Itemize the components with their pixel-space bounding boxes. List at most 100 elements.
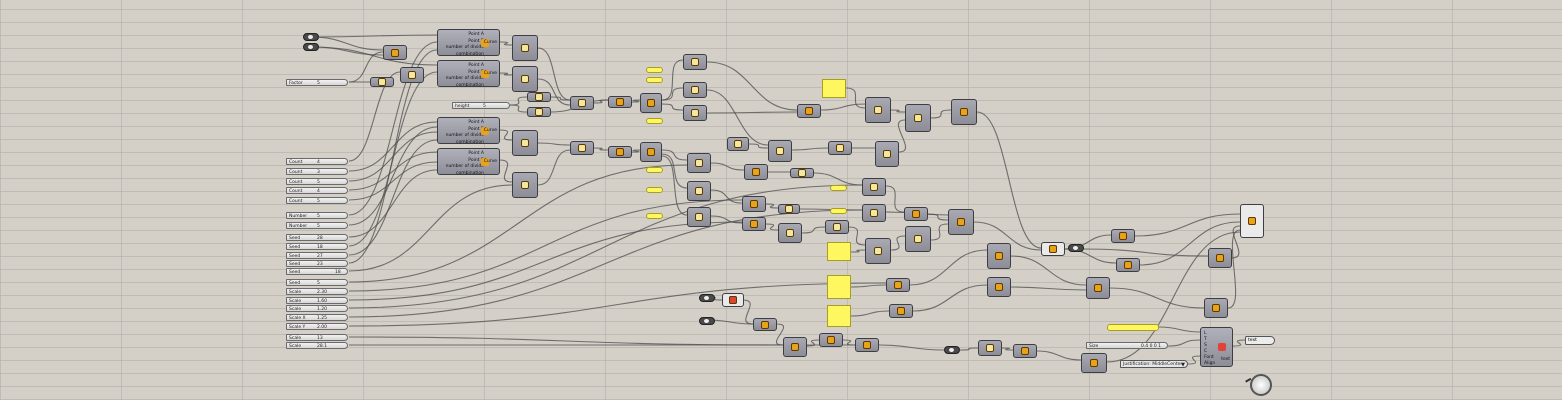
dropdown-arrow-icon[interactable]: ▼ — [1181, 361, 1185, 369]
panel[interactable] — [646, 77, 663, 83]
panel[interactable] — [646, 118, 663, 124]
boolean-component[interactable] — [904, 207, 928, 221]
divide-curve-component[interactable]: Point A Point Bnumber of divide combinatio… — [437, 60, 500, 88]
evaluate-component[interactable] — [742, 196, 766, 212]
number-slider[interactable]: Number 5 — [286, 222, 348, 229]
number-slider[interactable]: Scale 1.60 — [286, 297, 348, 304]
loft-component[interactable] — [753, 318, 777, 331]
divide-curve-component[interactable] — [512, 172, 538, 198]
line-component[interactable] — [570, 96, 594, 110]
number-slider[interactable]: Seed 23 — [286, 260, 348, 267]
merge-component[interactable] — [862, 178, 886, 196]
rotate-component[interactable] — [797, 104, 821, 118]
list-item-component[interactable] — [687, 153, 711, 173]
number-slider[interactable]: Scale X 1.25 — [286, 314, 348, 321]
orient-component[interactable] — [1013, 344, 1037, 358]
panel[interactable] — [830, 208, 847, 214]
deconstruct-brep-component[interactable] — [640, 93, 662, 113]
panel[interactable] — [1107, 324, 1159, 331]
number-slider[interactable]: Count 4 — [286, 158, 348, 165]
number-slider[interactable]: Scale 1.20 — [286, 305, 348, 312]
boolean-toggle[interactable] — [1068, 244, 1084, 252]
evaluate-component[interactable] — [819, 333, 843, 347]
divide-curve-component[interactable]: Point A Point Bnumber of divide combinatio… — [437, 29, 500, 57]
bake-component[interactable] — [1240, 204, 1264, 238]
point-on-curve-component[interactable] — [778, 204, 800, 214]
evaluate-component[interactable] — [783, 337, 807, 357]
height-slider[interactable]: height 5 — [452, 102, 510, 109]
number-slider[interactable]: Count 5 — [286, 178, 348, 185]
line-component[interactable] — [828, 141, 852, 155]
list-item-component[interactable] — [687, 181, 711, 201]
custom-preview-component[interactable] — [1204, 298, 1228, 318]
loft-component[interactable] — [608, 96, 632, 108]
number-slider[interactable]: Factor 5 — [286, 79, 348, 86]
boolean-component[interactable] — [948, 209, 974, 235]
extrude-component[interactable] — [865, 238, 891, 264]
divide-curve-component[interactable] — [512, 66, 538, 92]
point-on-curve-component[interactable] — [790, 168, 814, 178]
panel[interactable] — [827, 275, 851, 299]
number-slider[interactable]: Seed 27 — [286, 252, 348, 259]
panel[interactable] — [646, 187, 663, 193]
list-item-component[interactable] — [683, 105, 707, 121]
list-item-component[interactable] — [683, 82, 707, 98]
number-slider[interactable]: Scale Y 2.00 — [286, 323, 348, 330]
custom-preview-component[interactable] — [1111, 229, 1135, 243]
move-component[interactable] — [527, 107, 551, 117]
preview-component[interactable] — [1081, 353, 1107, 373]
boolean-toggle[interactable] — [699, 317, 715, 325]
construct-plane-component[interactable] — [768, 140, 792, 162]
panel[interactable] — [822, 79, 846, 98]
number-slider[interactable]: Seed 18 — [286, 268, 348, 275]
number-slider[interactable]: Count 5 — [286, 197, 348, 204]
deconstruct-component[interactable] — [987, 243, 1011, 269]
rectangle-component[interactable] — [978, 340, 1002, 356]
divide-curve-component[interactable] — [512, 35, 538, 61]
transform-component[interactable] — [905, 104, 931, 132]
text-tag-component[interactable]: L T S C Font Align text — [1200, 327, 1233, 367]
grasshopper-canvas[interactable]: Factor 5 Count 4 Count 3 Count 5 Count 4 Coun… — [0, 0, 1562, 400]
vector-component[interactable] — [875, 141, 899, 167]
number-slider[interactable]: Count 3 — [286, 168, 348, 175]
merge-component[interactable] — [370, 77, 394, 87]
divide-curve-component[interactable] — [512, 130, 538, 156]
panel[interactable] — [646, 67, 663, 73]
number-slider[interactable]: Number 5 — [286, 212, 348, 219]
panel[interactable] — [830, 185, 847, 191]
construct-point-component[interactable] — [383, 45, 407, 60]
panel[interactable] — [646, 167, 663, 173]
line-component[interactable] — [400, 67, 424, 83]
panel[interactable] — [827, 305, 851, 327]
number-slider[interactable]: Scale 13 — [286, 334, 348, 341]
number-slider[interactable]: Scale 28.1 — [286, 342, 348, 349]
custom-preview-component[interactable] — [1116, 258, 1140, 272]
boolean-toggle[interactable] — [699, 294, 715, 302]
extrude-component[interactable] — [865, 97, 891, 123]
number-slider[interactable]: Seed 28 — [286, 234, 348, 241]
boolean-toggle[interactable] — [303, 33, 319, 41]
number-slider[interactable]: Seed 5 — [286, 279, 348, 286]
text-param[interactable]: text — [1245, 336, 1275, 345]
number-slider[interactable]: Scale 2.30 — [286, 288, 348, 295]
boolean-toggle[interactable] — [303, 43, 319, 51]
move-component[interactable] — [855, 338, 879, 352]
area-component[interactable] — [1041, 242, 1065, 256]
interpolate-component[interactable] — [778, 223, 802, 243]
custom-preview-component[interactable] — [1208, 248, 1232, 268]
number-slider[interactable]: Count 4 — [286, 187, 348, 194]
list-item-component[interactable] — [687, 207, 711, 227]
list-item-component[interactable] — [683, 54, 707, 70]
evaluate-component[interactable] — [742, 217, 766, 231]
divide-curve-component[interactable]: Point A Point Bnumber of divide combinatio… — [437, 117, 500, 145]
preview-component[interactable] — [1086, 277, 1110, 299]
boolean-component[interactable] — [951, 99, 977, 125]
panel[interactable] — [827, 242, 851, 261]
justification-value-list[interactable]: Justification: MiddleCenter ▼ — [1120, 360, 1188, 368]
boolean-toggle[interactable] — [944, 346, 960, 354]
deconstruct-component[interactable] — [987, 277, 1011, 297]
merge-component[interactable] — [862, 204, 886, 222]
divide-curve-component[interactable]: Point A Point Bnumber of divide combinatio… — [437, 148, 500, 176]
panel[interactable] — [646, 213, 663, 219]
size-slider[interactable]: Size 0.4 0 0 1 — [1086, 342, 1168, 349]
